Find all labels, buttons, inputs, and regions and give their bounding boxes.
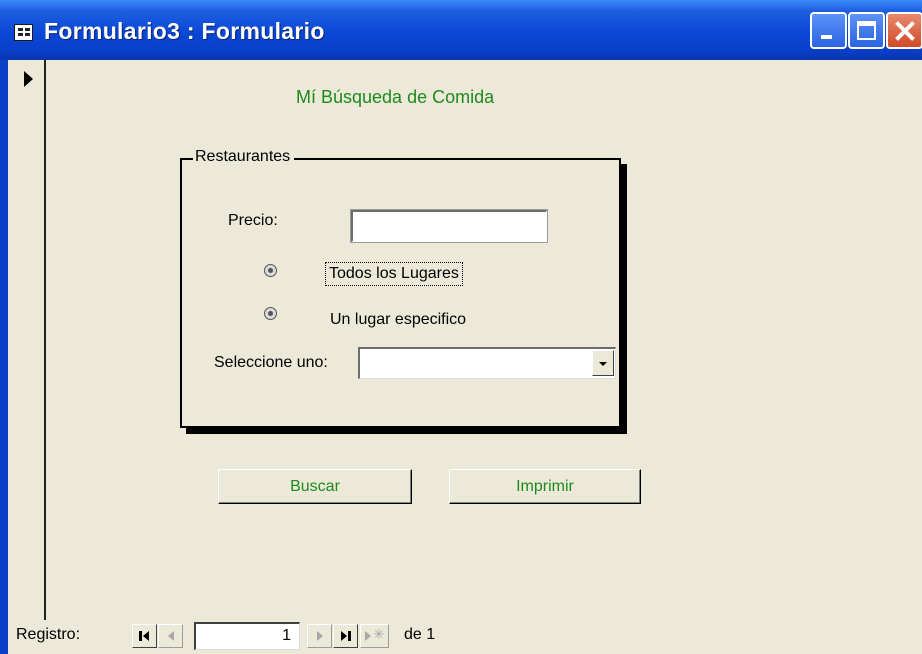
radio-all-places[interactable] [264,264,277,277]
previous-record-button[interactable] [158,624,183,648]
maximize-button[interactable] [848,12,885,49]
close-button[interactable] [886,12,922,49]
search-button[interactable]: Buscar [218,469,412,504]
form-title: Mí Búsqueda de Comida [296,87,495,107]
restaurant-combo-box[interactable] [358,347,616,379]
option-specific-place-label[interactable]: Un lugar especifico [330,311,466,329]
window-title: Formulario3 : Formulario [44,18,325,44]
current-record-arrow-icon [24,71,33,87]
select-label: Seleccione uno: [214,354,328,371]
record-selector[interactable] [8,60,46,620]
price-label: Precio: [228,212,278,229]
record-label: Registro: [16,626,81,643]
restaurants-group [180,158,621,428]
next-record-button[interactable] [307,624,332,648]
form-icon[interactable] [14,24,33,41]
minimize-button[interactable] [810,12,847,49]
group-label: Restaurantes [193,148,295,166]
window-frame-left [0,60,8,654]
radio-specific-place[interactable] [264,307,277,320]
dropdown-arrow-icon[interactable] [592,350,614,376]
record-number-input[interactable]: 1 [194,622,300,650]
option-all-places-label[interactable]: Todos los Lugares [325,262,463,286]
print-button[interactable]: Imprimir [449,469,641,504]
record-count: de 1 [404,626,436,643]
new-record-button[interactable] [360,624,389,648]
title-bar[interactable]: Formulario3 : Formulario [0,0,922,60]
last-record-button[interactable] [333,624,358,648]
price-input[interactable] [350,209,548,243]
first-record-button[interactable] [132,624,157,648]
